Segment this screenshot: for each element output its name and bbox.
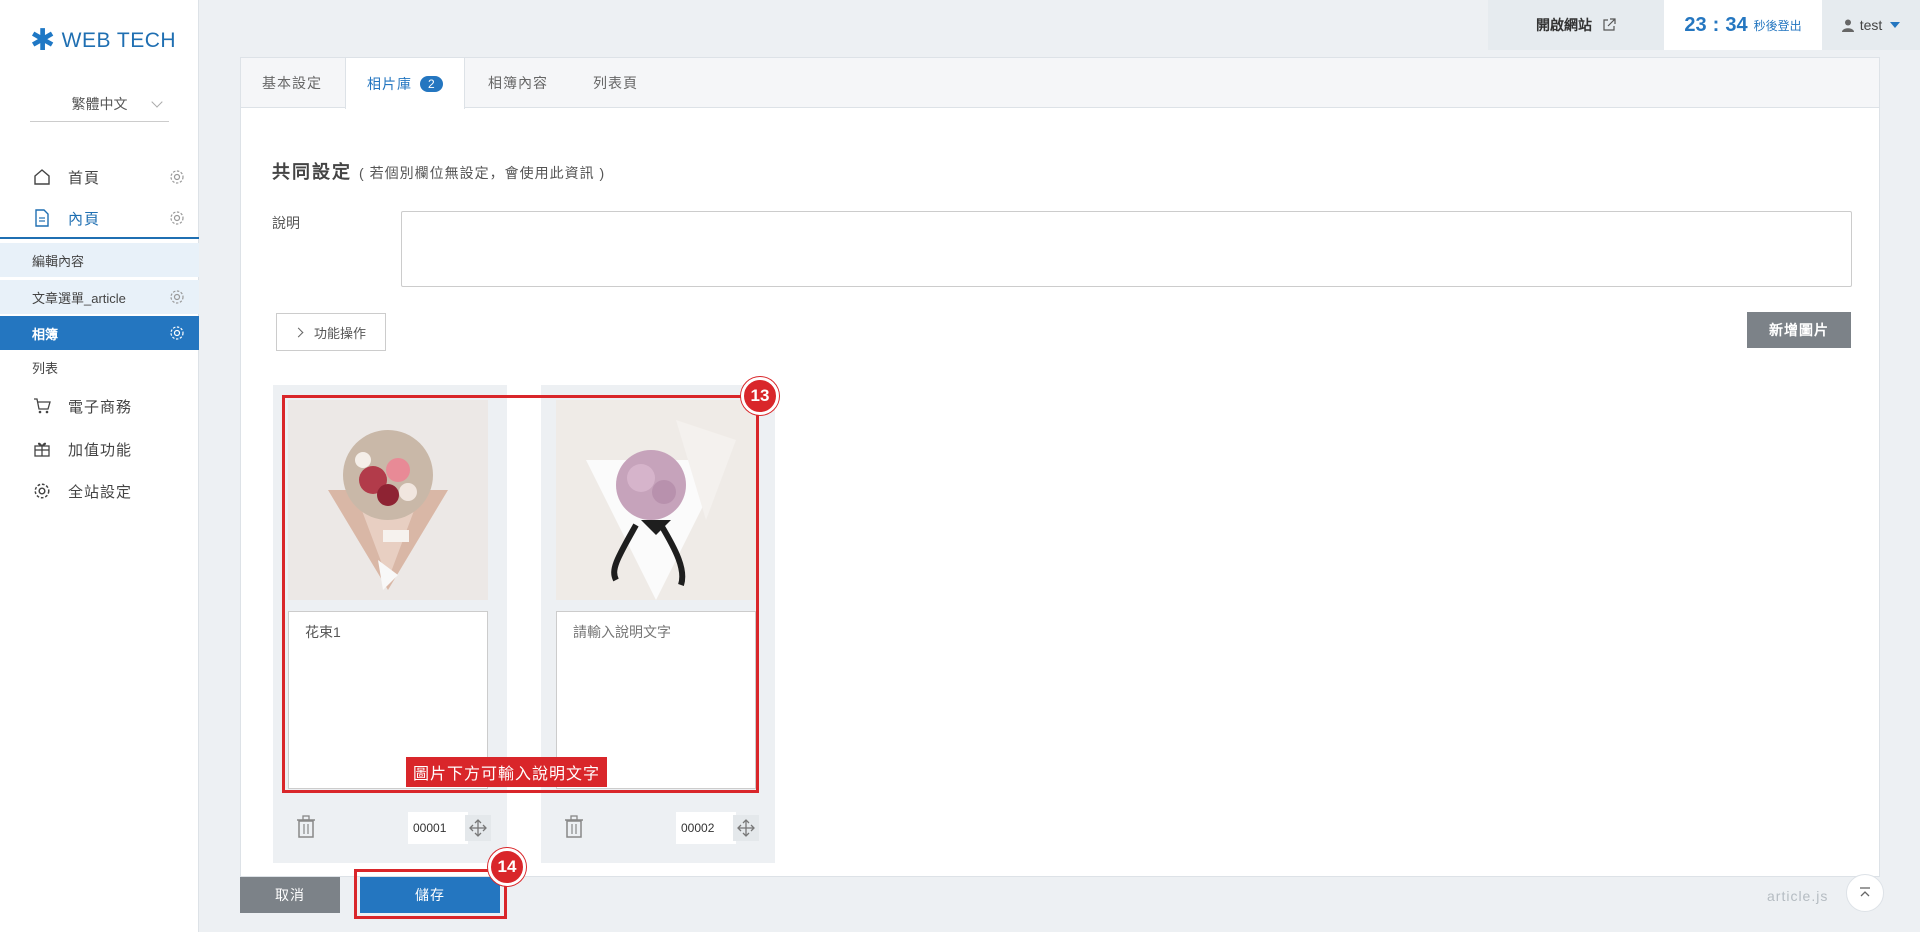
arrow-up-icon [1860, 887, 1870, 897]
tab-photo-library[interactable]: 相片庫 2 [345, 58, 465, 109]
sidebar-subitem-album[interactable]: 相簿 [0, 316, 199, 350]
gear-icon[interactable] [169, 289, 185, 305]
description-label: 說明 [272, 215, 300, 231]
asterisk-logo-icon: ✱ [30, 24, 56, 57]
cart-icon [32, 396, 52, 416]
caret-down-icon [1890, 22, 1901, 28]
sidebar-item-label: 內頁 [68, 210, 101, 228]
timer-text: 秒後登出 [1753, 18, 1802, 33]
sidebar-item-home[interactable]: 首頁 [0, 157, 199, 197]
function-operations-label: 功能操作 [314, 325, 367, 341]
timer-seconds: 34 [1725, 13, 1748, 36]
sidebar-item-site-settings[interactable]: 全站設定 [0, 471, 199, 511]
order-input[interactable]: 00002 [676, 812, 736, 844]
tab-album-content[interactable]: 相簿內容 [488, 58, 548, 108]
document-icon [32, 208, 52, 228]
external-link-icon [1603, 18, 1616, 31]
move-icon[interactable] [465, 815, 491, 841]
sidebar-item-label: 加值功能 [68, 441, 133, 459]
cancel-button[interactable]: 取消 [240, 877, 340, 913]
timer-minutes: 23 [1684, 13, 1707, 36]
language-selected: 繁體中文 [71, 96, 128, 112]
logo[interactable]: ✱ WEB TECH [30, 26, 176, 56]
gear-icon[interactable] [169, 169, 185, 185]
trash-icon[interactable] [563, 815, 585, 839]
user-name: test [1859, 17, 1883, 33]
section-title-text: 共同設定 [272, 162, 352, 182]
annotation-box-14 [354, 869, 507, 919]
sidebar-item-label: 首頁 [68, 169, 101, 187]
sidebar-item-label: 電子商務 [68, 398, 133, 416]
section-title: 共同設定 ( 若個別欄位無設定，會使用此資訊 ) [272, 158, 605, 184]
open-site-button[interactable]: 開啟網站 [1488, 0, 1664, 50]
sidebar-subitem-label: 列表 [32, 360, 59, 376]
home-icon [32, 167, 52, 187]
annotation-label-13: 圖片下方可輸入說明文字 [406, 757, 608, 787]
count-badge: 2 [420, 75, 443, 92]
description-textarea[interactable] [401, 211, 1852, 287]
logo-text: WEB TECH [61, 29, 177, 52]
annotation-box-13 [282, 395, 759, 793]
tab-label: 基本設定 [262, 75, 322, 91]
tab-label: 相片庫 [367, 75, 412, 92]
open-site-label: 開啟網站 [1536, 17, 1592, 33]
sidebar-subitem-article-menu[interactable]: 文章選單_article [0, 280, 199, 314]
gear-icon[interactable] [169, 210, 185, 226]
scroll-to-top-button[interactable] [1846, 874, 1884, 912]
order-input[interactable]: 00001 [408, 812, 468, 844]
sidebar-subitem-label: 編輯內容 [32, 253, 85, 269]
function-operations-button[interactable]: 功能操作 [276, 313, 386, 351]
sidebar-item-addons[interactable]: 加值功能 [0, 429, 199, 469]
chevron-down-icon [151, 96, 163, 108]
sidebar-item-inner-pages[interactable]: 內頁 [0, 199, 199, 239]
language-select[interactable]: 繁體中文 [30, 92, 169, 122]
sidebar: ✱ WEB TECH 繁體中文 首頁 內頁 編輯內容 文章選單_article … [0, 0, 199, 932]
user-icon [1841, 19, 1854, 32]
logout-timer: 23 : 34 秒後登出 [1664, 0, 1822, 50]
sidebar-subitem-label: 文章選單_article [32, 290, 126, 306]
gear-icon [32, 481, 52, 501]
timer-colon: : [1712, 13, 1720, 36]
sidebar-item-label: 全站設定 [68, 483, 133, 501]
add-image-button[interactable]: 新增圖片 [1747, 312, 1851, 348]
user-menu[interactable]: test [1822, 0, 1920, 50]
tab-label: 相簿內容 [488, 75, 548, 91]
gear-icon[interactable] [169, 325, 185, 341]
tab-basic-settings[interactable]: 基本設定 [262, 58, 322, 108]
tab-bar: 基本設定 相片庫 2 相簿內容 列表頁 [241, 58, 1879, 109]
gift-icon [32, 439, 52, 459]
trash-icon[interactable] [295, 815, 317, 839]
sidebar-item-ecommerce[interactable]: 電子商務 [0, 386, 199, 426]
move-icon[interactable] [733, 815, 759, 841]
sidebar-subitem-label: 相簿 [32, 326, 59, 342]
tab-label: 列表頁 [593, 75, 638, 91]
file-label: article.js [1767, 888, 1829, 904]
sidebar-subitem-list[interactable]: 列表 [0, 350, 199, 384]
annotation-badge-13: 13 [741, 377, 779, 415]
tab-list-page[interactable]: 列表頁 [593, 58, 638, 108]
sidebar-subitem-edit-content[interactable]: 編輯內容 [0, 243, 199, 277]
section-subtitle: ( 若個別欄位無設定，會使用此資訊 ) [359, 165, 606, 181]
chevron-right-icon [293, 327, 304, 337]
annotation-badge-14: 14 [488, 848, 526, 886]
